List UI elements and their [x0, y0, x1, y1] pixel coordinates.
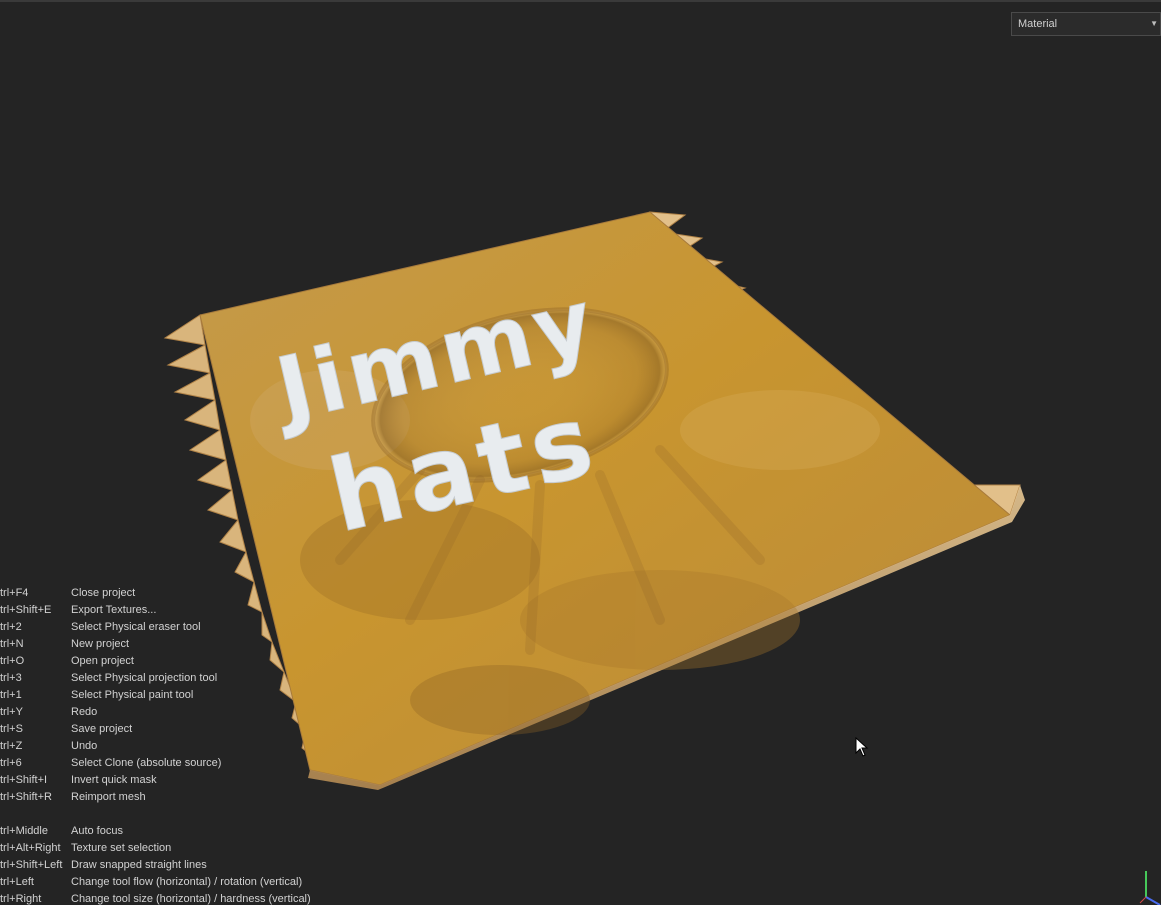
shortcut-group-1: trl+F4 Close project trl+Shift+E Export Tex… [0, 585, 320, 806]
axis-gizmo-icon [1139, 871, 1161, 905]
shortcut-row: trl+Z Undo [0, 738, 320, 755]
shortcut-key: trl+Left [0, 876, 34, 888]
shortcut-key: trl+Shift+E [0, 604, 52, 616]
shortcut-key: trl+S [0, 723, 23, 735]
shortcut-row: trl+N New project [0, 636, 320, 653]
shortcut-action: Undo [71, 740, 98, 752]
shortcut-key: trl+2 [0, 621, 22, 633]
shortcut-row: trl+Middle Auto focus [0, 823, 320, 840]
channel-dropdown-value: Material [1018, 18, 1058, 30]
shortcut-key: trl+F4 [0, 587, 29, 599]
shortcut-row: trl+Shift+Left Draw snapped straight line… [0, 857, 320, 874]
shortcut-action: Select Physical eraser tool [71, 621, 201, 633]
shortcut-key: trl+Middle [0, 825, 48, 837]
shortcut-key: trl+Alt+Right [0, 842, 61, 854]
shortcut-key: trl+O [0, 655, 25, 667]
shortcut-key: trl+Z [0, 740, 23, 752]
shortcut-group-gap [0, 806, 320, 823]
shortcut-key: trl+Right [0, 893, 42, 905]
shortcut-action: Reimport mesh [71, 791, 146, 803]
shortcut-action: Change tool size (horizontal) / hardness… [71, 893, 311, 905]
shortcut-row: trl+Y Redo [0, 704, 320, 721]
shortcut-row: trl+Alt+Right Texture set selection [0, 840, 320, 857]
shortcut-row: trl+S Save project [0, 721, 320, 738]
shortcut-row: trl+Left Change tool flow (horizontal) / … [0, 874, 320, 891]
shortcut-row: trl+1 Select Physical paint tool [0, 687, 320, 704]
channel-dropdown[interactable]: Material ▼ [1011, 12, 1161, 36]
shortcut-key: trl+6 [0, 757, 22, 769]
shortcut-row: trl+O Open project [0, 653, 320, 670]
shortcut-action: Open project [71, 655, 134, 667]
shortcut-key: trl+N [0, 638, 24, 650]
shortcut-action: Select Clone (absolute source) [71, 757, 222, 769]
shortcut-row: trl+Shift+E Export Textures... [0, 602, 320, 619]
shortcut-group-2: trl+Middle Auto focus trl+Alt+Right Texture… [0, 823, 320, 905]
shortcut-action: Texture set selection [71, 842, 172, 854]
shortcut-key: trl+1 [0, 689, 22, 701]
shortcut-action: Draw snapped straight lines [71, 859, 207, 871]
shortcut-key: trl+Shift+R [0, 791, 52, 803]
shortcut-row: trl+6 Select Clone (absolute source) [0, 755, 320, 772]
shortcut-action: Redo [71, 706, 98, 718]
shortcut-hints-panel: trl+F4 Close project trl+Shift+E Export Tex… [0, 585, 320, 905]
shortcut-row: trl+F4 Close project [0, 585, 320, 602]
shortcut-action: Invert quick mask [71, 774, 157, 786]
shortcut-key: trl+Shift+I [0, 774, 48, 786]
shortcut-key: trl+Shift+Left [0, 859, 63, 871]
shortcut-row: trl+3 Select Physical projection tool [0, 670, 320, 687]
chevron-down-icon: ▼ [1150, 19, 1158, 28]
shortcut-action: Change tool flow (horizontal) / rotation… [71, 876, 303, 888]
shortcut-key: trl+3 [0, 672, 22, 684]
arrow-cursor-icon [855, 737, 869, 757]
shortcut-key: trl+Y [0, 706, 23, 718]
shortcut-row: trl+2 Select Physical eraser tool [0, 619, 320, 636]
shortcut-row: trl+Shift+I Invert quick mask [0, 772, 320, 789]
3d-viewport[interactable]: Jimmy hats Material ▼ trl+F4 Close projec… [0, 0, 1161, 905]
shortcut-action: Auto focus [71, 825, 123, 837]
shortcut-action: Close project [71, 587, 136, 599]
shortcut-action: Export Textures... [71, 604, 157, 616]
shortcut-action: New project [71, 638, 130, 650]
shortcut-row: trl+Shift+R Reimport mesh [0, 789, 320, 806]
shortcut-action: Select Physical paint tool [71, 689, 194, 701]
shortcut-row: trl+Right Change tool size (horizontal) /… [0, 891, 320, 905]
shortcut-action: Save project [71, 723, 133, 735]
shortcut-action: Select Physical projection tool [71, 672, 218, 684]
